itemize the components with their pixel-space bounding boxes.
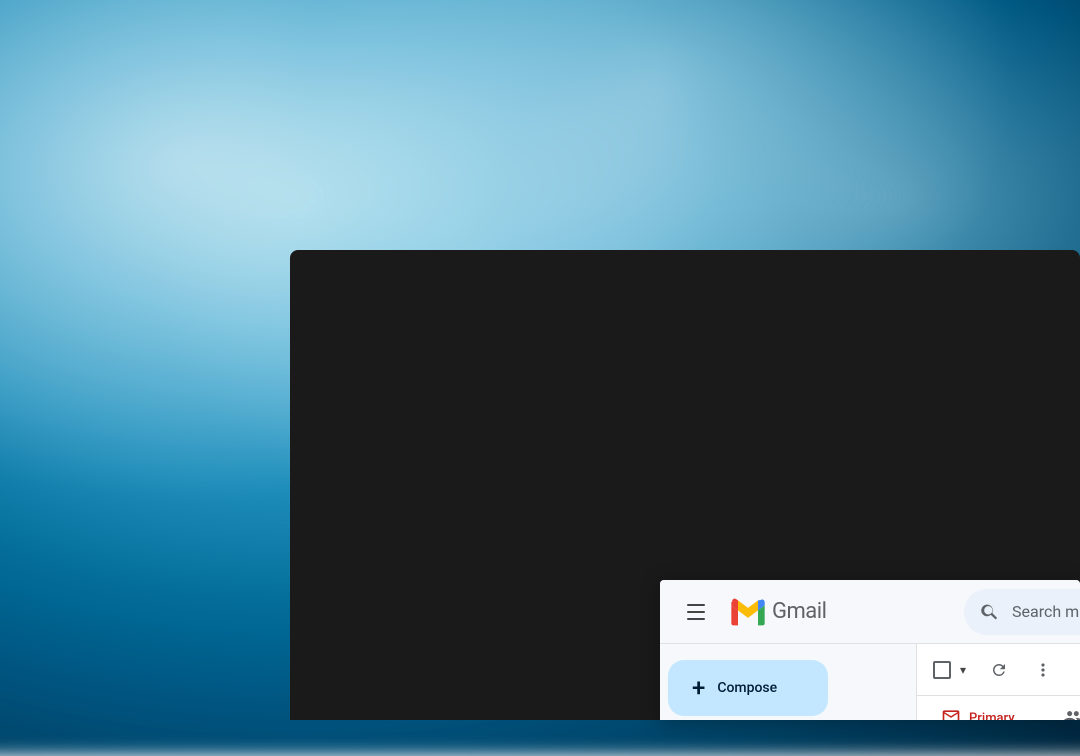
select-all-area[interactable]: ▾ — [933, 652, 973, 688]
gmail-header: Gmail — [660, 580, 1080, 644]
hamburger-line-2 — [687, 611, 705, 613]
gmail-main: + Compose Inbox 152 Starred — [660, 644, 1080, 720]
select-all-checkbox[interactable] — [933, 661, 951, 679]
email-toolbar: ▾ — [917, 644, 1080, 696]
laptop-bezel: Gmail + Compose — [290, 250, 1080, 720]
refresh-icon — [990, 661, 1008, 679]
search-bar[interactable] — [964, 589, 1080, 635]
header-left: Gmail — [676, 592, 956, 632]
compose-plus-icon: + — [692, 676, 705, 700]
hamburger-line-1 — [687, 604, 705, 606]
primary-tab-icon — [941, 707, 961, 721]
gmail-window: Gmail + Compose — [660, 580, 1080, 720]
more-vert-icon — [1033, 660, 1053, 680]
gmail-m-icon — [728, 592, 768, 632]
tab-primary[interactable]: Primary — [917, 696, 1039, 720]
hamburger-line-3 — [687, 618, 705, 620]
social-tab-icon — [1063, 707, 1080, 721]
tab-social[interactable]: S — [1039, 696, 1080, 720]
refresh-button[interactable] — [981, 652, 1017, 688]
menu-button[interactable] — [676, 592, 716, 632]
sidebar: + Compose Inbox 152 Starred — [660, 644, 916, 720]
search-input[interactable] — [1012, 602, 1080, 621]
primary-tab-label: Primary — [969, 711, 1015, 720]
gmail-wordmark: Gmail — [772, 599, 826, 624]
email-area: ▾ Primary — [916, 644, 1080, 720]
select-dropdown-button[interactable]: ▾ — [953, 652, 973, 688]
tabs-row: Primary S — [917, 696, 1080, 720]
compose-label: Compose — [717, 680, 777, 696]
more-options-button[interactable] — [1025, 652, 1061, 688]
gmail-logo: Gmail — [728, 592, 826, 632]
compose-button[interactable]: + Compose — [668, 660, 828, 716]
search-icon — [980, 602, 1000, 622]
